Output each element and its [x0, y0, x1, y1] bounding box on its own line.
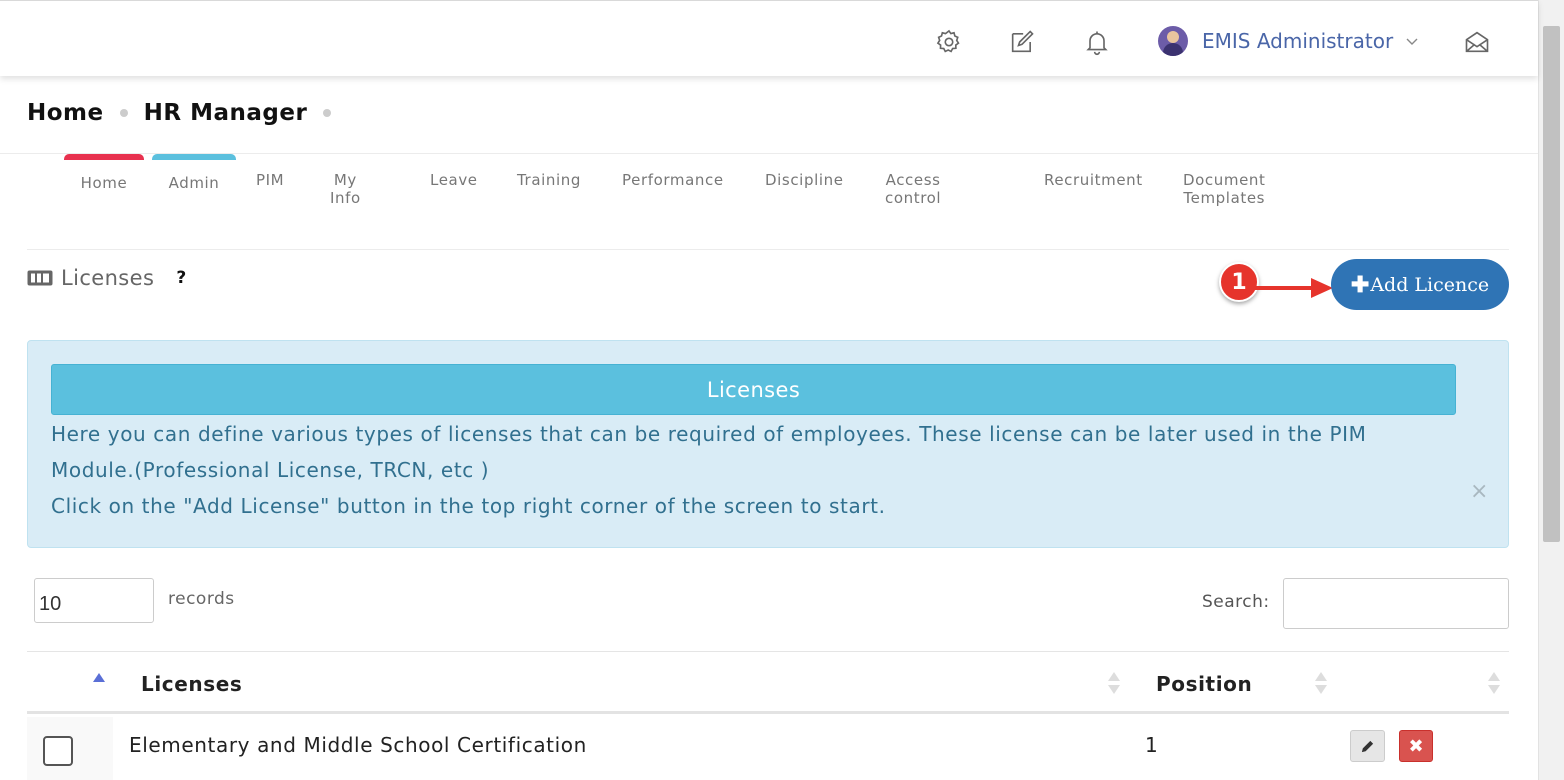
- search-label: Search:: [1202, 592, 1270, 612]
- license-name: Elementary and Middle School Certificati…: [129, 733, 587, 757]
- tab-my-info[interactable]: My Info: [330, 154, 361, 207]
- user-name: EMIS Administrator: [1202, 29, 1394, 53]
- add-licence-button[interactable]: ✚ Add Licence: [1331, 259, 1509, 310]
- tab-performance[interactable]: Performance: [622, 154, 724, 194]
- page-title: Licenses: [61, 266, 155, 290]
- tab-home[interactable]: Home: [64, 154, 144, 194]
- user-avatar: [1158, 26, 1188, 56]
- plus-icon: ✚: [1350, 271, 1370, 298]
- breadcrumb: Home HR Manager: [27, 100, 347, 126]
- page-header: Licenses ?: [27, 266, 186, 290]
- row-checkbox-cell: [27, 717, 113, 780]
- sort-icon[interactable]: [1108, 672, 1120, 696]
- breadcrumb-separator: [119, 109, 128, 117]
- mail-envelope-icon[interactable]: [1462, 27, 1492, 57]
- alert-instruction: Click on the "Add License" button in the…: [51, 494, 886, 518]
- column-header-licenses[interactable]: Licenses: [141, 672, 242, 696]
- notification-bell-icon[interactable]: [1082, 27, 1112, 57]
- tab-document-templates[interactable]: Document Templates: [1183, 154, 1266, 207]
- user-menu[interactable]: EMIS Administrator: [1158, 25, 1419, 57]
- license-position: 1: [1145, 733, 1159, 757]
- help-link[interactable]: ?: [176, 268, 186, 288]
- column-header-position[interactable]: Position: [1156, 672, 1252, 696]
- page-length-select[interactable]: 10: [34, 578, 154, 623]
- annotation-arrow-icon: [1255, 278, 1333, 298]
- alert-body: Here you can define various types of lic…: [51, 416, 1441, 524]
- records-label: records: [168, 589, 235, 609]
- search-input[interactable]: [1283, 578, 1509, 629]
- alert-title: Licenses: [51, 364, 1456, 415]
- tab-admin[interactable]: Admin: [152, 154, 236, 194]
- delete-x-icon: ✖: [1408, 735, 1424, 757]
- settings-gear-icon[interactable]: [934, 27, 964, 57]
- breadcrumb-home[interactable]: Home: [27, 100, 104, 126]
- tab-recruitment[interactable]: Recruitment: [1044, 154, 1143, 194]
- tab-access-control[interactable]: Access control: [885, 154, 941, 207]
- top-navbar: EMIS Administrator: [0, 0, 1538, 76]
- sort-icon[interactable]: [1488, 672, 1500, 696]
- tab-accent-bar: [152, 154, 236, 160]
- chevron-down-icon: [1406, 38, 1418, 45]
- tab-accent-bar: [64, 154, 144, 160]
- edit-note-icon[interactable]: [1007, 27, 1037, 57]
- breadcrumb-module[interactable]: HR Manager: [144, 100, 308, 126]
- divider: [27, 249, 1509, 250]
- license-card-icon: [27, 270, 53, 286]
- vertical-scrollbar[interactable]: [1538, 0, 1564, 780]
- edit-button[interactable]: [1350, 730, 1385, 762]
- info-alert: Licenses Here you can define various typ…: [27, 340, 1509, 548]
- sort-ascending-icon[interactable]: [93, 673, 105, 682]
- alert-description: Here you can define various types of lic…: [51, 422, 1367, 482]
- delete-button[interactable]: ✖: [1399, 730, 1433, 762]
- sort-icon[interactable]: [1315, 672, 1327, 696]
- scrollbar-thumb[interactable]: [1543, 26, 1560, 542]
- tab-discipline[interactable]: Discipline: [765, 154, 844, 194]
- tab-pim[interactable]: PIM: [256, 154, 284, 194]
- table-header: Licenses Position: [27, 651, 1509, 714]
- pencil-icon: [1361, 740, 1374, 752]
- annotation-marker: 1: [1219, 262, 1259, 302]
- breadcrumb-separator: [323, 109, 332, 117]
- table-row: Elementary and Middle School Certificati…: [27, 717, 1509, 780]
- tab-training[interactable]: Training: [517, 154, 581, 194]
- tab-leave[interactable]: Leave: [430, 154, 478, 194]
- close-icon[interactable]: ×: [1470, 479, 1488, 504]
- row-checkbox[interactable]: [43, 736, 73, 766]
